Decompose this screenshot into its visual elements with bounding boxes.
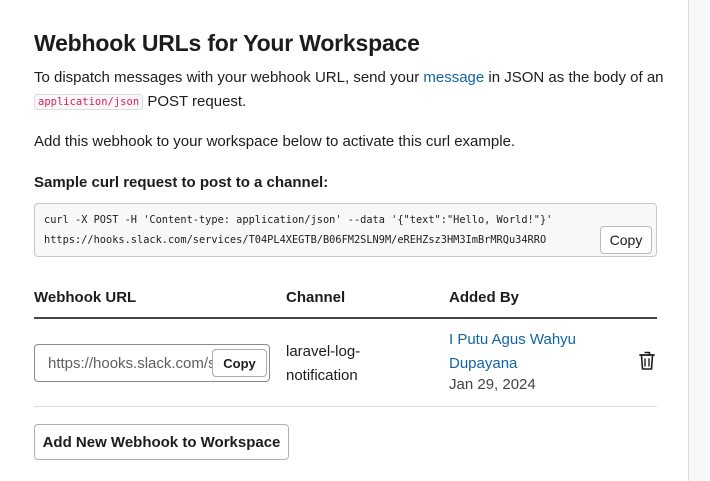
table-row-divider [34,406,657,407]
content-type-code: application/json [34,94,144,110]
added-date: Jan 29, 2024 [449,376,536,393]
channel-name: laravel-log-notification [286,343,361,384]
curl-code-block: curl -X POST -H 'Content-type: applicati… [34,203,657,257]
message-link[interactable]: message [423,69,484,86]
intro-text: To dispatch messages with your webhook U… [34,66,664,115]
curl-command-line: curl -X POST -H 'Content-type: applicati… [44,214,553,226]
added-by-user-link[interactable]: I Putu Agus Wahyu Dupayana [449,328,619,376]
curl-url-line: https://hooks.slack.com/services/T04PL4X… [44,234,547,246]
copy-webhook-url-button[interactable]: Copy [212,349,267,377]
intro-text-part: To dispatch messages with your webhook U… [34,69,424,86]
copy-curl-button[interactable]: Copy [600,226,652,254]
column-header-added-by: Added By [449,289,520,306]
table-header-divider [34,317,657,319]
add-new-webhook-button[interactable]: Add New Webhook to Workspace [34,424,289,460]
column-header-channel: Channel [286,289,346,306]
page-title: Webhook URLs for Your Workspace [34,30,420,56]
webhook-url-field: Copy [34,344,270,382]
sample-curl-label: Sample curl request to post to a channel… [34,174,329,191]
trash-icon-glyph [639,351,655,370]
intro-text-part: in JSON as the body of an [484,69,664,86]
webhook-card: Webhook URLs for Your Workspace To dispa… [0,0,689,481]
trash-icon[interactable] [638,351,656,371]
webhook-url-input[interactable] [36,346,212,380]
column-header-webhook-url: Webhook URL [34,289,137,306]
intro-text-part: POST request. [143,93,247,110]
activate-note: Add this webhook to your workspace below… [34,133,516,150]
